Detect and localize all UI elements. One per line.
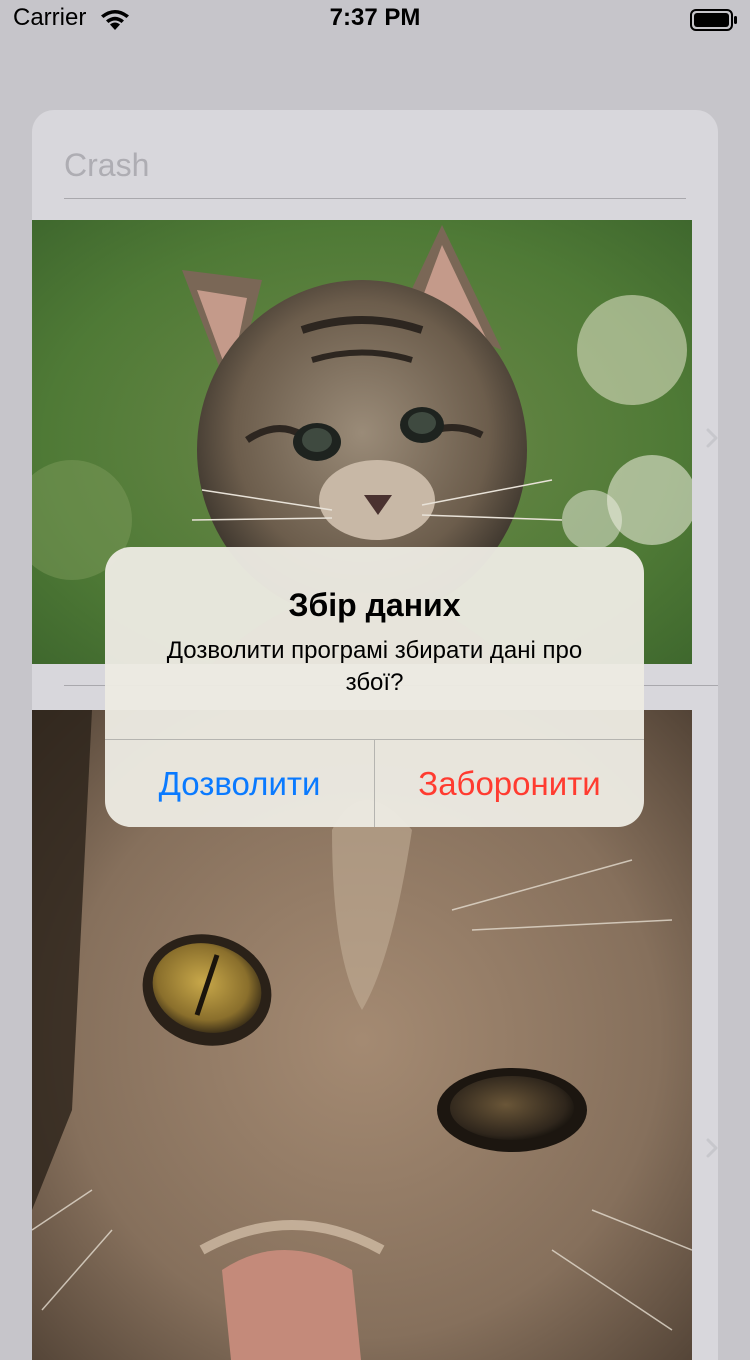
alert-title: Збір даних bbox=[288, 587, 461, 623]
chevron-right-icon bbox=[706, 428, 718, 448]
crash-data-alert: Збір даних Дозволити програмі збирати да… bbox=[105, 547, 644, 827]
search-input[interactable] bbox=[64, 132, 686, 199]
chevron-right-icon bbox=[706, 1138, 718, 1158]
battery-icon bbox=[690, 9, 737, 31]
allow-button[interactable]: Дозволити bbox=[105, 740, 374, 827]
status-bar: Carrier 7:37 PM bbox=[0, 0, 750, 40]
alert-message: Дозволити програмі збирати дані про збої… bbox=[166, 637, 583, 696]
clock: 7:37 PM bbox=[329, 4, 421, 31]
deny-button[interactable]: Заборонити bbox=[375, 740, 644, 827]
